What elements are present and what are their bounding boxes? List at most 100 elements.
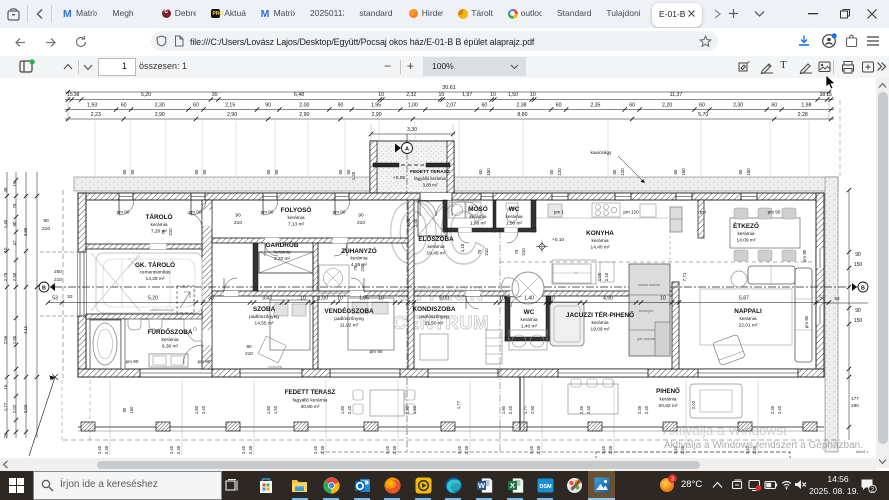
svg-text:90: 90 [235, 213, 241, 219]
svg-text:VENDÉGSZOBA: VENDÉGSZOBA [324, 306, 374, 315]
svg-text:75: 75 [514, 249, 519, 254]
svg-text:pm 90: pm 90 [768, 210, 781, 215]
svg-text:cementsimítás: cementsimítás [140, 270, 172, 276]
svg-text:7,13 m²: 7,13 m² [288, 222, 305, 228]
svg-text:2,35: 2,35 [248, 445, 253, 454]
svg-text:90: 90 [265, 102, 271, 108]
svg-text:1,93: 1,93 [87, 102, 97, 108]
svg-text:90: 90 [43, 218, 49, 224]
svg-text:14,09 m²: 14,09 m² [737, 238, 756, 244]
svg-text:60: 60 [612, 169, 617, 174]
svg-text:2,40: 2,40 [241, 445, 246, 454]
svg-text:76: 76 [12, 203, 17, 208]
svg-text:19,09 m²: 19,09 m² [591, 327, 610, 333]
svg-text:210: 210 [168, 228, 173, 236]
svg-text:30,61: 30,61 [442, 85, 456, 91]
svg-text:5,70: 5,70 [698, 112, 708, 118]
svg-text:2,90: 2,90 [530, 405, 535, 414]
svg-text:75: 75 [477, 249, 482, 254]
svg-text:2,35: 2,35 [320, 445, 325, 454]
svg-text:150: 150 [681, 168, 686, 176]
svg-text:2,30: 2,30 [155, 102, 165, 108]
svg-text:kerámia: kerámia [739, 316, 756, 322]
svg-text:53: 53 [819, 296, 825, 302]
svg-text:14,29 m²: 14,29 m² [146, 276, 165, 282]
svg-text:8,80: 8,80 [517, 112, 527, 118]
svg-text:2,00: 2,00 [299, 102, 309, 108]
svg-text:60: 60 [121, 102, 127, 108]
svg-text:kerámia: kerámia [505, 214, 522, 220]
svg-text:1,10: 1,10 [460, 243, 465, 252]
svg-text:210: 210 [234, 220, 242, 226]
svg-text:60: 60 [193, 102, 199, 108]
svg-text:1,40 m²: 1,40 m² [521, 324, 538, 330]
svg-text:14,40 m²: 14,40 m² [591, 245, 610, 251]
svg-text:1,00: 1,00 [406, 218, 411, 227]
svg-text:2,90: 2,90 [227, 112, 237, 118]
svg-text:NAPPALI: NAPPALI [734, 308, 762, 315]
svg-text:90: 90 [338, 102, 344, 108]
svg-text:1,80: 1,80 [266, 405, 271, 414]
svg-text:19,49 m²: 19,49 m² [427, 251, 446, 257]
svg-text:GK. TÁROLÓ: GK. TÁROLÓ [135, 260, 175, 269]
svg-text:9,36 m²: 9,36 m² [162, 344, 179, 350]
svg-text:2,90: 2,90 [372, 112, 382, 118]
svg-text:5,87: 5,87 [739, 296, 749, 302]
svg-text:W: W [478, 481, 486, 490]
svg-text:38: 38 [819, 92, 825, 98]
svg-text:2,35: 2,35 [536, 445, 541, 454]
svg-text:60: 60 [771, 102, 777, 108]
svg-text:53: 53 [67, 294, 73, 299]
svg-text:kerámia: kerámia [737, 231, 754, 237]
svg-text:4,26 m²: 4,26 m² [351, 262, 368, 268]
svg-text:2,35: 2,35 [590, 102, 600, 108]
svg-text:1,50: 1,50 [273, 405, 278, 414]
svg-text:60: 60 [673, 169, 678, 174]
svg-text:120: 120 [620, 168, 625, 176]
svg-text:2,40: 2,40 [97, 445, 102, 454]
svg-text:2,23: 2,23 [91, 112, 101, 118]
svg-text:60: 60 [738, 169, 743, 174]
svg-text:150: 150 [746, 168, 751, 176]
svg-text:60: 60 [699, 102, 705, 108]
svg-text:1,98 m²: 1,98 m² [470, 221, 487, 227]
svg-text:50: 50 [130, 169, 135, 174]
svg-text:60: 60 [549, 169, 554, 174]
svg-text:kerámia: kerámia [659, 397, 676, 403]
svg-text:kerámia: kerámia [287, 215, 304, 221]
svg-text:210: 210 [54, 277, 62, 282]
svg-text:pm 90: pm 90 [370, 349, 383, 354]
svg-text:16: 16 [3, 384, 8, 389]
svg-text:ELŐSZOBA: ELŐSZOBA [418, 234, 454, 243]
svg-text:1,20: 1,20 [351, 171, 356, 180]
svg-text:210: 210 [245, 351, 253, 356]
svg-text:DSM: DSM [539, 484, 552, 490]
svg-text:90: 90 [122, 407, 127, 412]
svg-text:1,85: 1,85 [359, 296, 369, 302]
svg-text:SZOBA: SZOBA [253, 306, 276, 313]
svg-text:60: 60 [629, 102, 635, 108]
svg-text:21,50 m²: 21,50 m² [425, 321, 444, 327]
svg-text:177: 177 [851, 396, 859, 401]
svg-text:FOLYOSÓ: FOLYOSÓ [281, 205, 312, 214]
svg-text:4,11: 4,11 [23, 325, 28, 334]
svg-text:7,71: 7,71 [682, 272, 687, 281]
svg-text:50: 50 [202, 169, 207, 174]
svg-text:TÁROLÓ: TÁROLÓ [146, 212, 173, 221]
svg-text:60: 60 [478, 169, 483, 174]
svg-text:2,40: 2,40 [601, 445, 606, 454]
svg-text:zuhanyzó: zuhanyzó [639, 309, 654, 313]
svg-text:20,62 m²: 20,62 m² [659, 403, 678, 409]
svg-text:FEDETT TERASZ: FEDETT TERASZ [410, 169, 450, 175]
svg-text:2,90: 2,90 [299, 112, 309, 118]
svg-text:gőz szauna: gőz szauna [637, 337, 654, 341]
svg-text:pm 120: pm 120 [623, 210, 639, 215]
svg-text:2,40: 2,40 [644, 405, 649, 414]
svg-text:kerámia: kerámia [427, 244, 444, 250]
svg-text:11,37: 11,37 [670, 92, 683, 98]
svg-text:pm 90: pm 90 [802, 249, 807, 262]
svg-text:JACUZZI TÉR-PIHENŐ: JACUZZI TÉR-PIHENŐ [566, 310, 634, 319]
svg-text:15: 15 [12, 181, 17, 186]
svg-text:10: 10 [378, 296, 384, 302]
svg-text:2,35: 2,35 [770, 405, 775, 414]
